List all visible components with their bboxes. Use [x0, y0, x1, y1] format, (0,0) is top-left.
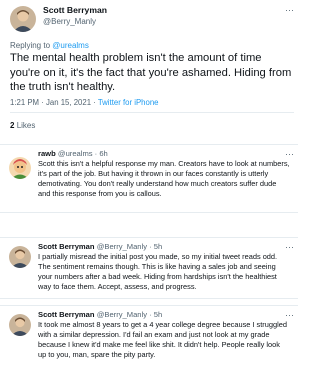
timestamp[interactable]: 1:21 PM · Jan 15, 2021 ·: [10, 98, 98, 107]
author-name[interactable]: Scott Berryman: [43, 5, 107, 15]
author-name[interactable]: rawb: [38, 149, 56, 158]
mention-link[interactable]: @urealms: [52, 41, 89, 50]
reply-text: It took me almost 8 years to get a 4 yea…: [38, 320, 287, 359]
like-count: 2: [10, 121, 15, 130]
avatar[interactable]: [9, 314, 31, 336]
avatar[interactable]: [10, 6, 36, 32]
author-handle[interactable]: @Berry_Manly · 5h: [97, 310, 163, 319]
reply-tweet[interactable]: rawb @urealms · 6h ··· Scott this isn't …: [0, 145, 298, 213]
more-horizontal-icon[interactable]: ···: [285, 243, 294, 252]
replying-to: Replying to @urealms: [10, 41, 89, 50]
divider: [10, 112, 294, 113]
author-handle[interactable]: @Berry_Manly · 5h: [97, 242, 163, 251]
reply-text: Scott this isn't a helpful response my m…: [38, 159, 290, 198]
main-tweet: Scott Berryman @Berry_Manly ··· Replying…: [0, 0, 298, 145]
tweet-text: The mental health problem isn't the amou…: [10, 52, 292, 93]
more-horizontal-icon[interactable]: ···: [285, 6, 294, 15]
reply-header: Scott Berryman @Berry_Manly · 5h: [38, 242, 162, 251]
likes-count[interactable]: 2 Likes: [10, 121, 35, 130]
avatar[interactable]: [9, 246, 31, 268]
reply-tweet[interactable]: Scott Berryman @Berry_Manly · 5h ··· It …: [0, 305, 298, 384]
avatar[interactable]: [9, 157, 31, 179]
author-name[interactable]: Scott Berryman: [38, 242, 95, 251]
like-label: Likes: [16, 121, 36, 130]
more-horizontal-icon[interactable]: ···: [285, 311, 294, 320]
author-name[interactable]: Scott Berryman: [38, 310, 95, 319]
more-horizontal-icon[interactable]: ···: [285, 150, 294, 159]
reply-text: I partially misread the initial post you…: [38, 252, 278, 291]
author-handle[interactable]: @urealms · 6h: [58, 149, 108, 158]
author-handle[interactable]: @Berry_Manly: [43, 17, 96, 26]
reply-header: Scott Berryman @Berry_Manly · 5h: [38, 310, 162, 319]
reply-tweet[interactable]: Scott Berryman @Berry_Manly · 5h ··· I p…: [0, 237, 298, 299]
replying-prefix: Replying to: [10, 41, 51, 50]
source-link[interactable]: Twitter for iPhone: [98, 98, 159, 107]
tweet-meta: 1:21 PM · Jan 15, 2021 · Twitter for iPh…: [10, 98, 159, 107]
reply-header: rawb @urealms · 6h: [38, 149, 108, 158]
